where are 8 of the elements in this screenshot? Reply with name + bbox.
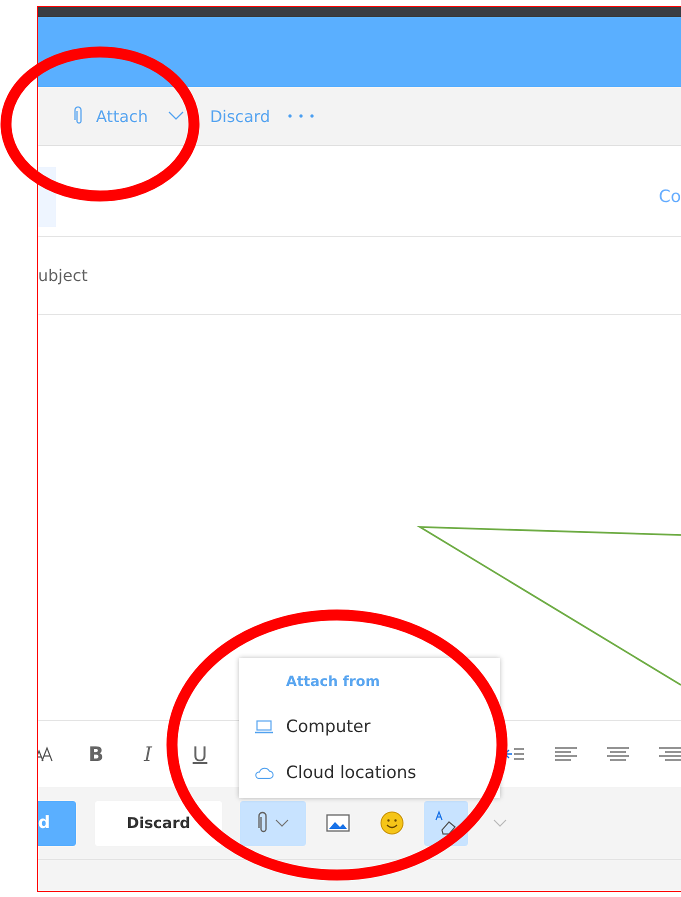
underline-button[interactable]: U (174, 734, 226, 774)
attach-from-computer-item[interactable]: Computer (254, 704, 371, 750)
bold-button[interactable]: B (70, 734, 122, 774)
discard-button[interactable]: Discard (95, 800, 222, 846)
italic-button[interactable]: I (122, 734, 174, 774)
subject-field[interactable]: ubject (38, 266, 338, 285)
attach-from-cloud-item[interactable]: Cloud locations (254, 750, 416, 796)
menu-title: Attach from (286, 674, 382, 692)
